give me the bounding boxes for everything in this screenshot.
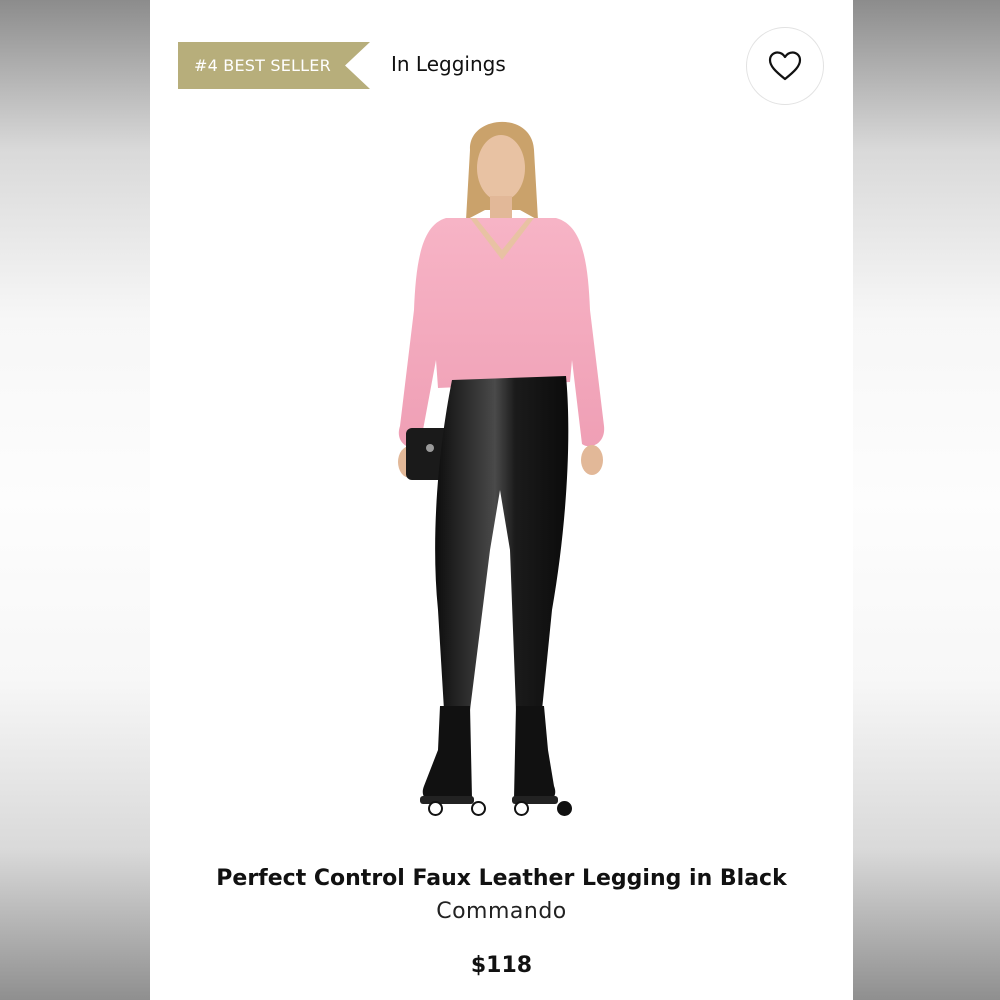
product-brand[interactable]: Commando	[150, 899, 853, 924]
right-background-shade	[850, 0, 1000, 1000]
carousel-dot-1[interactable]	[428, 801, 443, 816]
model-face	[477, 135, 525, 201]
left-boot	[422, 706, 472, 802]
image-carousel-dots	[428, 801, 572, 816]
product-price: $118	[470, 953, 533, 978]
heart-icon	[768, 51, 802, 81]
carousel-dot-3[interactable]	[514, 801, 529, 816]
best-seller-badge: #4 BEST SELLER	[178, 42, 370, 89]
black-leggings	[435, 376, 569, 710]
product-image[interactable]	[320, 110, 680, 825]
wishlist-button[interactable]	[746, 27, 824, 105]
carousel-dot-4[interactable]	[557, 801, 572, 816]
model-right-hand	[581, 445, 603, 475]
category-link[interactable]: In Leggings	[391, 52, 506, 76]
product-card: #4 BEST SELLER In Leggings Perfect Contr…	[150, 0, 853, 1000]
right-boot	[514, 706, 556, 802]
product-title[interactable]: Perfect Control Faux Leather Legging in …	[150, 866, 853, 891]
carousel-dot-2[interactable]	[471, 801, 486, 816]
model-neck	[490, 196, 512, 220]
left-background-shade	[0, 0, 150, 1000]
